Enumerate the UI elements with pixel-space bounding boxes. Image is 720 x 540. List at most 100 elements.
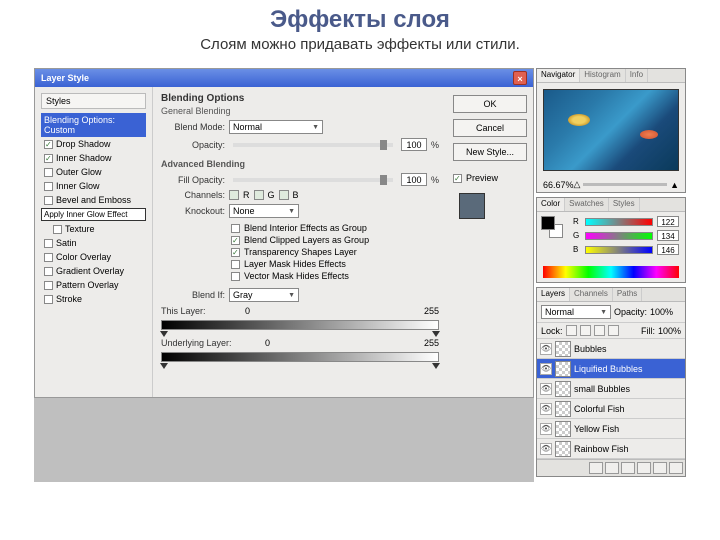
layer-row[interactable]: 👁small Bubbles — [537, 379, 685, 399]
folder-icon[interactable] — [637, 462, 651, 474]
fgbg-swatches[interactable] — [541, 216, 563, 238]
checkbox-icon[interactable] — [44, 154, 53, 163]
tab-styles[interactable]: Styles — [609, 198, 640, 211]
eye-icon[interactable]: 👁 — [540, 363, 552, 375]
layer-row[interactable]: 👁Bubbles — [537, 339, 685, 359]
link-icon[interactable] — [589, 462, 603, 474]
chevron-down-icon: ▼ — [288, 292, 295, 299]
cancel-button[interactable]: Cancel — [453, 119, 527, 137]
tab-swatches[interactable]: Swatches — [565, 198, 609, 211]
style-item: Gradient Overlay — [41, 264, 146, 278]
lock-position-icon[interactable] — [594, 325, 605, 336]
chevron-down-icon: ▼ — [288, 208, 295, 215]
close-icon[interactable]: × — [513, 71, 527, 85]
knockout-dropdown[interactable]: None▼ — [229, 204, 299, 218]
lock-all-icon[interactable] — [608, 325, 619, 336]
checkbox-icon[interactable] — [231, 248, 240, 257]
styles-header[interactable]: Styles — [41, 93, 146, 109]
layer-thumb[interactable] — [555, 361, 571, 377]
layer-opacity[interactable]: 100% — [650, 307, 673, 317]
navigator-palette[interactable]: Navigator Histogram Info 66.67% △ ▲ — [536, 68, 686, 193]
layer-thumb[interactable] — [555, 381, 571, 397]
checkbox-icon[interactable] — [231, 260, 240, 269]
zoom-out-icon[interactable]: △ — [574, 179, 581, 190]
blendif-dropdown[interactable]: Gray▼ — [229, 288, 299, 302]
slide-title: Эффекты слоя — [0, 0, 720, 36]
checkbox-icon[interactable] — [44, 295, 53, 304]
blendif-label: Blend If: — [161, 290, 225, 300]
checkbox-icon[interactable] — [44, 168, 53, 177]
b-slider[interactable] — [585, 246, 653, 254]
opacity-label: Opacity: — [161, 140, 225, 150]
channel-b-checkbox[interactable] — [279, 190, 289, 200]
mask-icon[interactable] — [621, 462, 635, 474]
lock-transparency-icon[interactable] — [566, 325, 577, 336]
preview-checkbox[interactable] — [453, 174, 462, 183]
r-value[interactable]: 122 — [657, 216, 679, 227]
tab-navigator[interactable]: Navigator — [537, 69, 580, 82]
zoom-slider[interactable] — [583, 183, 667, 186]
tab-channels[interactable]: Channels — [570, 288, 613, 301]
checkbox-icon[interactable] — [44, 281, 53, 290]
this-layer-ramp[interactable] — [161, 320, 439, 330]
checkbox-icon[interactable] — [44, 196, 53, 205]
ok-button[interactable]: OK — [453, 95, 527, 113]
g-slider[interactable] — [585, 232, 653, 240]
color-palette[interactable]: Color Swatches Styles R122 G134 B146 — [536, 197, 686, 283]
layer-fill[interactable]: 100% — [658, 326, 681, 336]
blend-mode-label: Blend Mode: — [161, 122, 225, 132]
layer-thumb[interactable] — [555, 401, 571, 417]
zoom-value[interactable]: 66.67% — [543, 180, 574, 190]
b-value[interactable]: 146 — [657, 244, 679, 255]
channel-g-checkbox[interactable] — [254, 190, 264, 200]
layer-thumb[interactable] — [555, 441, 571, 457]
eye-icon[interactable]: 👁 — [540, 403, 552, 415]
navigator-thumbnail[interactable] — [543, 89, 679, 171]
tab-info[interactable]: Info — [626, 69, 648, 82]
eye-icon[interactable]: 👁 — [540, 443, 552, 455]
tab-color[interactable]: Color — [537, 198, 565, 211]
trash-icon[interactable] — [669, 462, 683, 474]
layer-thumb[interactable] — [555, 421, 571, 437]
tab-layers[interactable]: Layers — [537, 288, 570, 301]
layer-row[interactable]: 👁Liquified Bubbles — [537, 359, 685, 379]
checkbox-icon[interactable] — [231, 224, 240, 233]
opacity-value[interactable]: 100 — [401, 138, 427, 151]
blending-options-item[interactable]: Blending Options: Custom — [41, 113, 146, 137]
tab-histogram[interactable]: Histogram — [580, 69, 625, 82]
eye-icon[interactable]: 👁 — [540, 343, 552, 355]
dialog-titlebar[interactable]: Layer Style × — [35, 69, 533, 87]
fx-icon[interactable] — [605, 462, 619, 474]
checkbox-icon[interactable] — [231, 236, 240, 245]
layers-palette[interactable]: Layers Channels Paths Normal▼ Opacity: 1… — [536, 287, 686, 477]
layer-row[interactable]: 👁Colorful Fish — [537, 399, 685, 419]
channel-r-checkbox[interactable] — [229, 190, 239, 200]
layer-row[interactable]: 👁Yellow Fish — [537, 419, 685, 439]
checkbox-icon[interactable] — [44, 253, 53, 262]
eye-icon[interactable]: 👁 — [540, 423, 552, 435]
lock-pixels-icon[interactable] — [580, 325, 591, 336]
spectrum-bar[interactable] — [543, 266, 679, 278]
checkbox-icon[interactable] — [44, 182, 53, 191]
layer-mode-dropdown[interactable]: Normal▼ — [541, 305, 611, 319]
layer-thumb[interactable] — [555, 341, 571, 357]
checkbox-icon[interactable] — [44, 267, 53, 276]
g-value[interactable]: 134 — [657, 230, 679, 241]
fill-opacity-value[interactable]: 100 — [401, 173, 427, 186]
new-style-button[interactable]: New Style... — [453, 143, 527, 161]
checkbox-icon[interactable] — [231, 272, 240, 281]
blend-mode-dropdown[interactable]: Normal▼ — [229, 120, 323, 134]
checkbox-icon[interactable] — [44, 239, 53, 248]
opacity-slider[interactable] — [233, 143, 393, 147]
underlying-ramp[interactable] — [161, 352, 439, 362]
fill-opacity-slider[interactable] — [233, 178, 393, 182]
checkbox-icon[interactable] — [53, 225, 62, 234]
tab-paths[interactable]: Paths — [613, 288, 642, 301]
layer-row[interactable]: 👁Rainbow Fish — [537, 439, 685, 459]
eye-icon[interactable]: 👁 — [540, 383, 552, 395]
new-layer-icon[interactable] — [653, 462, 667, 474]
r-slider[interactable] — [585, 218, 653, 226]
section-subtitle: General Blending — [161, 106, 439, 116]
checkbox-icon[interactable] — [44, 140, 53, 149]
zoom-in-icon[interactable]: ▲ — [670, 180, 679, 190]
